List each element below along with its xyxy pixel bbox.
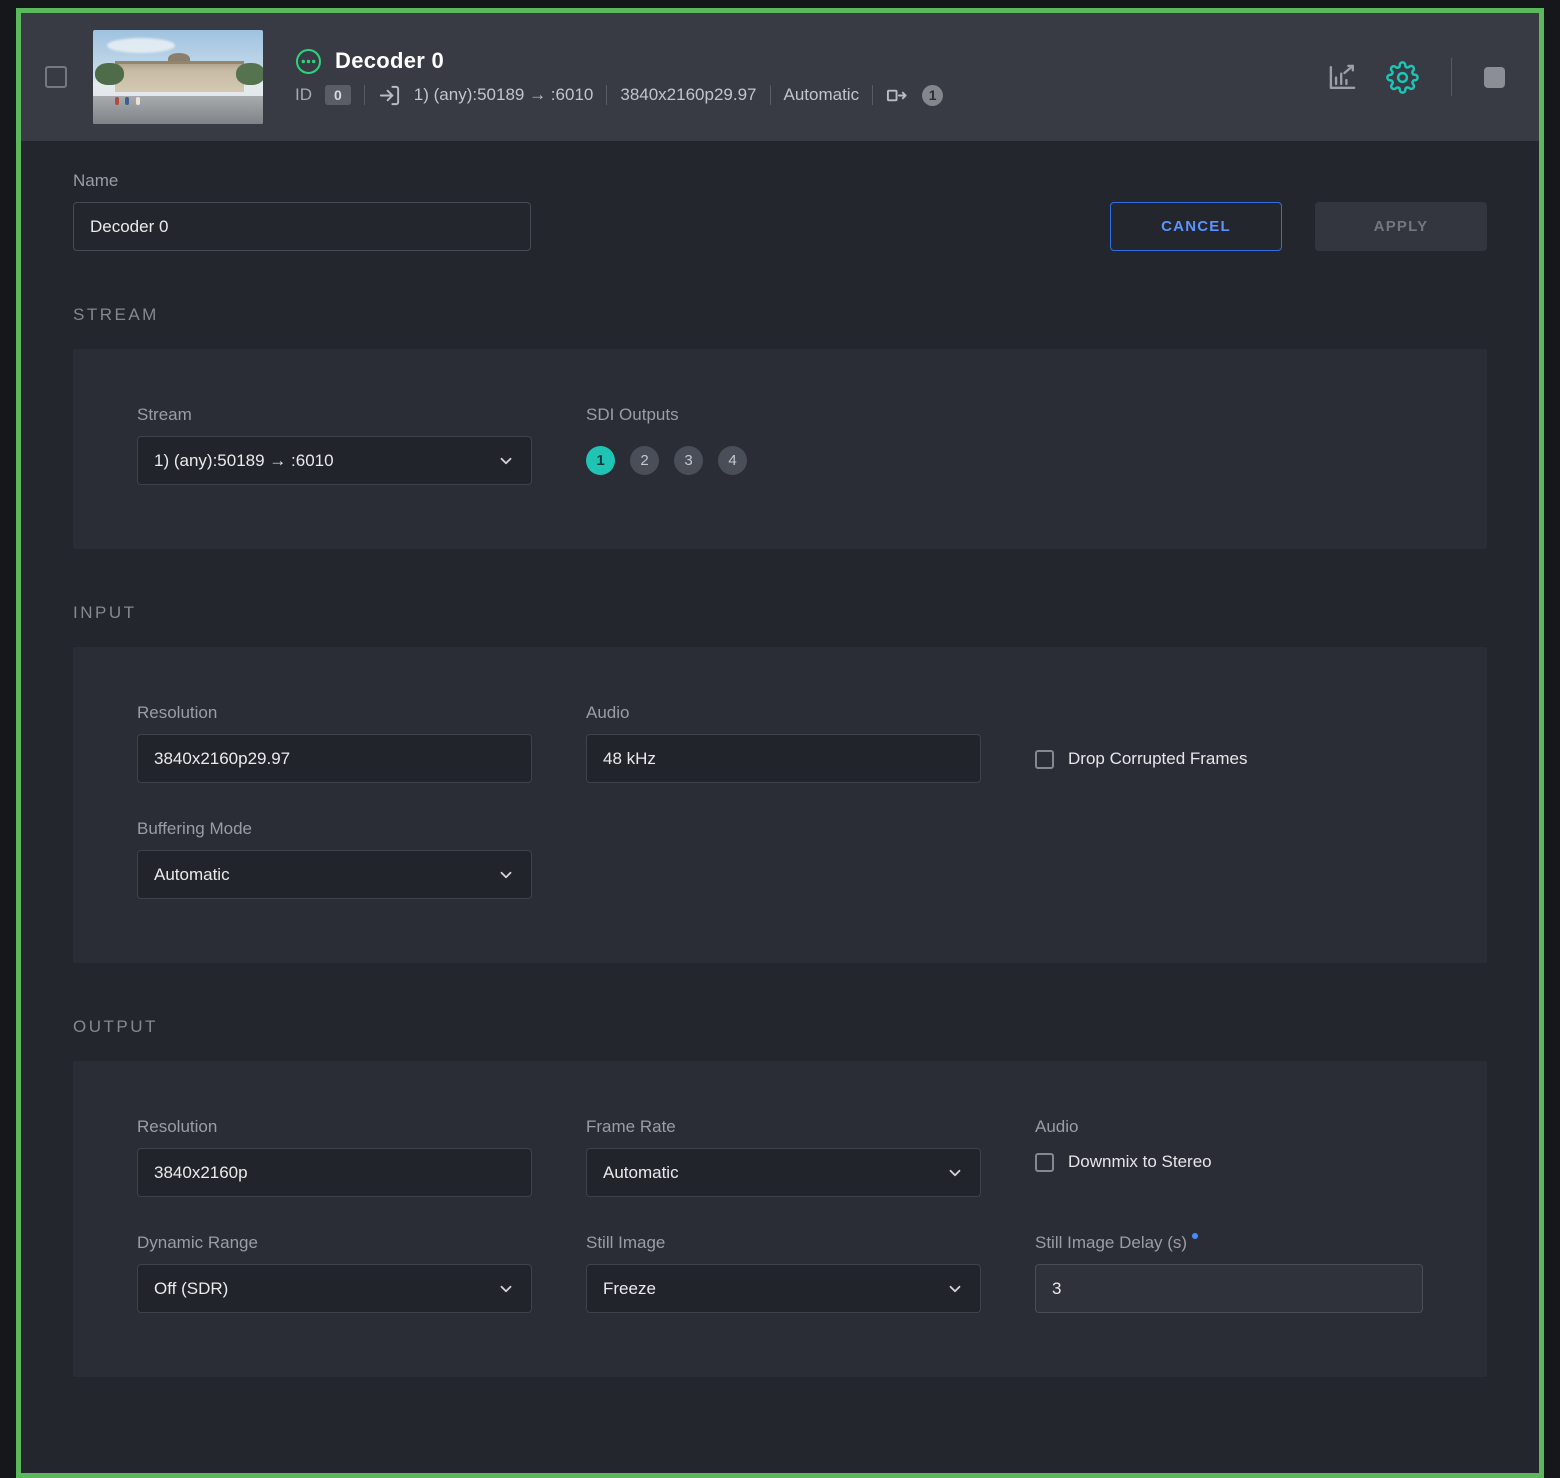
- header-actions: [1327, 58, 1505, 96]
- downmix-to-stereo-label: Downmix to Stereo: [1068, 1152, 1212, 1171]
- input-section-title: INPUT: [73, 603, 137, 622]
- drop-corrupted-frames-row: Drop Corrupted Frames: [1035, 749, 1423, 769]
- chevron-down-icon: [946, 1164, 964, 1182]
- still-image-delay-input[interactable]: [1035, 1264, 1423, 1313]
- thumbnail-cloud: [106, 37, 175, 53]
- stream-select[interactable]: 1) (any):50189 → :6010: [137, 436, 532, 485]
- stream-section-title: STREAM: [73, 305, 159, 324]
- stream-panel: Stream 1) (any):50189 → :6010 SDI Output…: [73, 349, 1487, 549]
- thumbnail-toggle-icon[interactable]: [1484, 66, 1505, 88]
- id-label: ID: [295, 85, 312, 104]
- thumbnail-pedestrian: [125, 97, 130, 106]
- output-count-badge: 1: [922, 84, 944, 106]
- meta-divider: [363, 85, 365, 105]
- output-resolution-value: 3840x2160p: [154, 1162, 248, 1182]
- dynamic-range-label: Dynamic Range: [137, 1233, 258, 1252]
- decoder-select-checkbox[interactable]: [45, 66, 67, 88]
- stream-label: Stream: [137, 405, 192, 424]
- still-image-value: Freeze: [603, 1278, 656, 1298]
- cancel-button[interactable]: CANCEL: [1110, 202, 1282, 251]
- sdi-outputs-label: SDI Outputs: [586, 405, 679, 424]
- decoder-header: Decoder 0 ID 0 1) (any):50189 → :6010 38…: [21, 13, 1539, 141]
- id-badge: 0: [325, 85, 351, 105]
- decoder-title-block: Decoder 0 ID 0 1) (any):50189 → :6010 38…: [295, 48, 944, 107]
- streaming-status-icon: [295, 48, 322, 75]
- dynamic-range-value: Off (SDR): [154, 1278, 229, 1298]
- output-panel: Resolution 3840x2160p Frame Rate Automat…: [73, 1061, 1487, 1377]
- buffering-mode-value: Automatic: [154, 864, 230, 884]
- decoder-title: Decoder 0: [335, 48, 445, 73]
- output-resolution-label: Resolution: [137, 1117, 218, 1136]
- name-row: Name CANCEL APPLY: [73, 171, 1487, 251]
- output-section-title: OUTPUT: [73, 1017, 158, 1036]
- downmix-to-stereo-checkbox[interactable]: [1035, 1152, 1054, 1172]
- dynamic-range-select[interactable]: Off (SDR): [137, 1264, 532, 1313]
- frame-rate-select[interactable]: Automatic: [586, 1148, 981, 1197]
- buffering-mode-label: Buffering Mode: [137, 819, 252, 838]
- meta-divider: [769, 85, 771, 105]
- buffering-mode-select[interactable]: Automatic: [137, 850, 532, 899]
- input-resolution-value: 3840x2160p29.97: [154, 748, 291, 768]
- chevron-down-icon: [497, 452, 515, 470]
- thumbnail-building: [115, 61, 245, 93]
- stream-input-icon: [378, 84, 401, 107]
- output-audio-label: Audio: [1035, 1117, 1079, 1136]
- sdi-outputs-row: 1 2 3 4: [586, 436, 1423, 485]
- input-audio-value: 48 kHz: [603, 748, 656, 768]
- header-stream-info: 1) (any):50189 → :6010: [413, 85, 594, 104]
- decoder-card: Decoder 0 ID 0 1) (any):50189 → :6010 38…: [16, 8, 1544, 1478]
- input-resolution-field: 3840x2160p29.97: [137, 734, 532, 783]
- chevron-down-icon: [497, 866, 515, 884]
- settings-gear-icon[interactable]: [1386, 60, 1419, 94]
- header-mode: Automatic: [783, 85, 860, 104]
- input-audio-field: 48 kHz: [586, 734, 981, 783]
- decoder-settings-body: Name CANCEL APPLY STREAM Stream 1) (any)…: [21, 141, 1539, 1377]
- sdi-output-icon: [886, 84, 909, 107]
- frame-rate-label: Frame Rate: [586, 1117, 676, 1136]
- sdi-output-3[interactable]: 3: [674, 446, 703, 475]
- frame-rate-value: Automatic: [603, 1162, 679, 1182]
- input-panel: Resolution 3840x2160p29.97 Audio 48 kHz …: [73, 647, 1487, 963]
- still-image-label: Still Image: [586, 1233, 666, 1252]
- drop-corrupted-frames-label: Drop Corrupted Frames: [1068, 749, 1248, 768]
- still-image-delay-label: Still Image Delay (s): [1035, 1233, 1423, 1253]
- name-input[interactable]: [73, 202, 531, 251]
- meta-divider: [606, 85, 608, 105]
- apply-button[interactable]: APPLY: [1315, 202, 1487, 251]
- chevron-down-icon: [946, 1280, 964, 1298]
- sdi-output-4[interactable]: 4: [718, 446, 747, 475]
- header-actions-divider: [1451, 58, 1452, 96]
- input-audio-label: Audio: [586, 703, 630, 722]
- still-image-select[interactable]: Freeze: [586, 1264, 981, 1313]
- chevron-down-icon: [497, 1280, 515, 1298]
- header-resolution: 3840x2160p29.97: [620, 85, 757, 104]
- sdi-output-1[interactable]: 1: [586, 446, 615, 475]
- thumbnail-pedestrian: [115, 97, 120, 106]
- thumbnail-tree-left: [94, 62, 124, 86]
- downmix-row: Downmix to Stereo: [1035, 1152, 1423, 1172]
- output-resolution-field: 3840x2160p: [137, 1148, 532, 1197]
- statistics-icon[interactable]: [1327, 62, 1358, 93]
- input-resolution-label: Resolution: [137, 703, 218, 722]
- thumbnail-pedestrian: [135, 97, 140, 106]
- modified-indicator-dot: [1192, 1233, 1199, 1239]
- sdi-output-2[interactable]: 2: [630, 446, 659, 475]
- video-preview-thumbnail[interactable]: [93, 30, 263, 124]
- name-label: Name: [73, 171, 119, 190]
- stream-select-value: 1) (any):50189 → :6010: [154, 450, 334, 470]
- drop-corrupted-frames-checkbox[interactable]: [1035, 749, 1054, 769]
- decoder-meta-row: ID 0 1) (any):50189 → :6010 3840x2160p29…: [295, 84, 944, 107]
- thumbnail-tree-right: [235, 62, 263, 86]
- meta-divider: [872, 85, 874, 105]
